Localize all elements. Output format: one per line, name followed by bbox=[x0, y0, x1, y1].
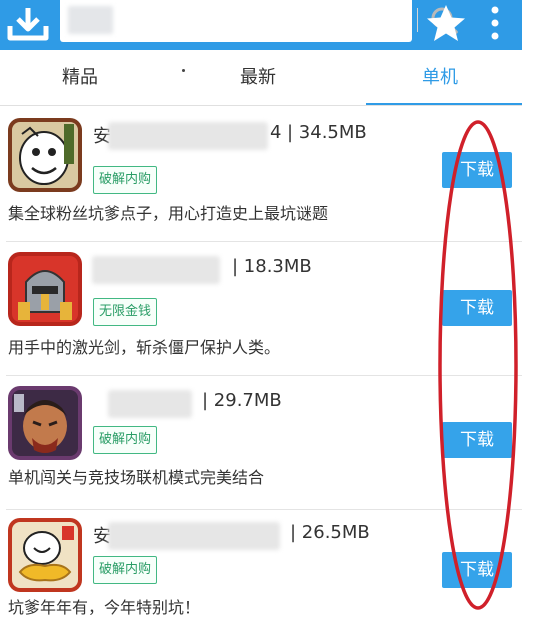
warrior-face-icon bbox=[8, 386, 82, 460]
search-divider bbox=[417, 8, 418, 32]
app-description: 单机闯关与竞技场联机模式完美结合 bbox=[8, 468, 265, 487]
download-button[interactable]: 下载 bbox=[442, 290, 512, 326]
more-vertical-icon[interactable] bbox=[488, 6, 502, 40]
top-bar bbox=[0, 0, 522, 50]
app-tag: 破解内购 bbox=[93, 166, 158, 194]
app-name-suffix: 4 bbox=[270, 122, 282, 143]
app-description: 用手中的激光剑，斩杀僵尸保护人类。 bbox=[8, 338, 281, 357]
app-size-value: 18.3MB bbox=[243, 256, 312, 277]
download-button[interactable]: 下载 bbox=[442, 152, 512, 188]
star-icon[interactable] bbox=[425, 3, 467, 43]
tab-single-player[interactable]: 单机 bbox=[380, 50, 500, 106]
app-size: | 29.7MB bbox=[202, 390, 282, 411]
app-list-item[interactable]: 安 4 | 34.5MB 破解内购 集全球粉丝坑爹点子，用心打造史上最坑谜题 下… bbox=[0, 108, 522, 242]
app-name-redacted bbox=[108, 390, 192, 418]
download-button[interactable]: 下载 bbox=[442, 422, 512, 458]
tab-latest[interactable]: 最新 bbox=[198, 50, 318, 106]
app-size: | 18.3MB bbox=[232, 256, 312, 277]
app-description: 坑爹年年有，今年特别坑！ bbox=[8, 598, 201, 617]
app-size-value: 26.5MB bbox=[301, 522, 370, 543]
app-size: | 26.5MB bbox=[290, 522, 370, 543]
app-tag: 破解内购 bbox=[93, 556, 158, 584]
app-tag: 无限金钱 bbox=[93, 298, 158, 326]
stickman-face-icon bbox=[8, 118, 82, 192]
search-input[interactable] bbox=[68, 6, 362, 36]
app-list-item[interactable]: 安 | 26.5MB 破解内购 坑爹年年有，今年特别坑！ 下载 bbox=[0, 508, 522, 621]
download-button[interactable]: 下载 bbox=[442, 552, 512, 588]
tab-dot bbox=[182, 69, 185, 72]
app-list-item[interactable]: | 29.7MB 破解内购 单机闯关与竞技场联机模式完美结合 下载 bbox=[0, 376, 522, 510]
app-size-value: 34.5MB bbox=[298, 122, 367, 143]
tab-featured[interactable]: 精品 bbox=[20, 50, 140, 106]
app-name-redacted bbox=[108, 522, 280, 550]
app-size-value: 29.7MB bbox=[213, 390, 282, 411]
app-list-item[interactable]: | 18.3MB 无限金钱 用手中的激光剑，斩杀僵尸保护人类。 下载 bbox=[0, 242, 522, 376]
gold-ingot-face-icon bbox=[8, 518, 82, 592]
knight-helmet-icon bbox=[8, 252, 82, 326]
tab-bar: 精品 最新 单机 bbox=[0, 50, 522, 106]
app-tag: 破解内购 bbox=[93, 426, 158, 454]
tabs-divider bbox=[0, 105, 522, 106]
app-description: 集全球粉丝坑爹点子，用心打造史上最坑谜题 bbox=[8, 204, 329, 223]
app-name-redacted bbox=[92, 256, 220, 284]
app-size: | 34.5MB bbox=[287, 122, 367, 143]
download-icon[interactable] bbox=[6, 4, 50, 44]
app-name-redacted bbox=[108, 122, 268, 150]
search-box[interactable] bbox=[60, 0, 458, 42]
